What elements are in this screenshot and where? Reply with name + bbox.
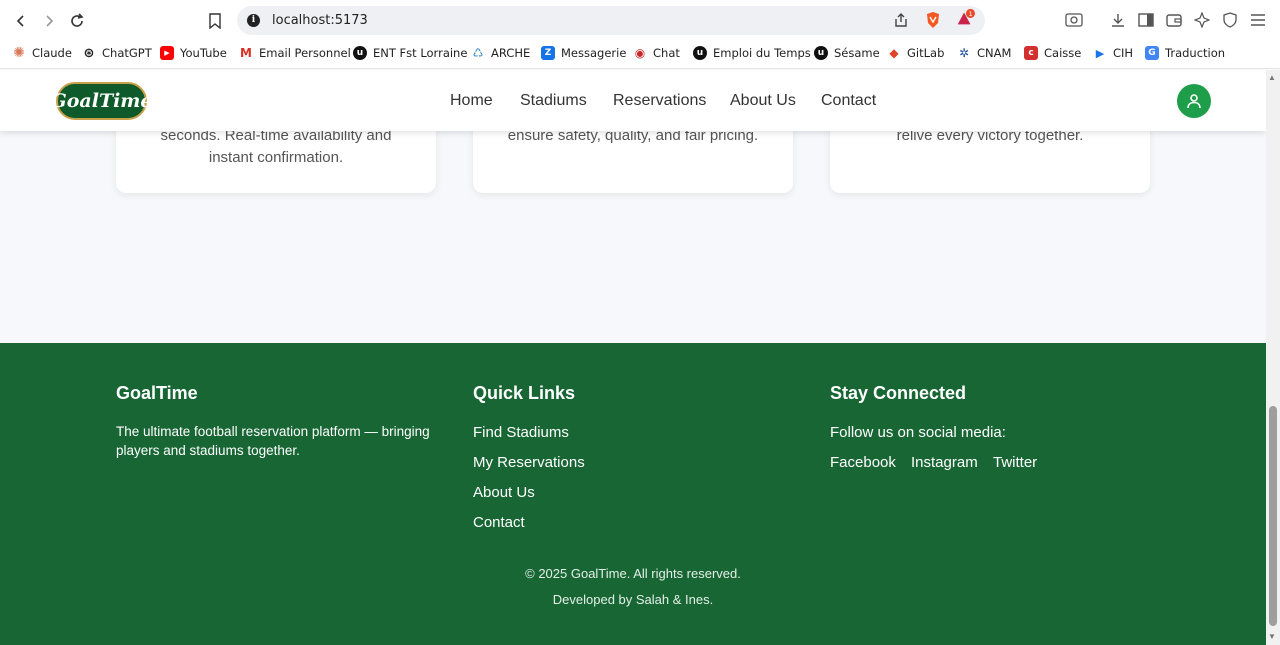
arche-icon: ♺	[472, 46, 484, 60]
vpn-icon[interactable]	[1220, 10, 1240, 30]
site-info-icon[interactable]: i	[247, 14, 260, 27]
bookmark-icon[interactable]	[204, 10, 226, 32]
page-scrollbar[interactable]: ▲ ▼	[1266, 70, 1280, 645]
footer-link-contact[interactable]: Contact	[473, 514, 525, 531]
menu-icon[interactable]	[1248, 10, 1268, 30]
user-icon	[1187, 94, 1201, 109]
bookmark-email[interactable]: M Email Personnel	[239, 46, 351, 60]
footer-link-about[interactable]: About Us	[473, 484, 535, 501]
share-icon[interactable]	[891, 10, 911, 30]
credit-text: Developed by Salah & Ines.	[552, 592, 714, 607]
scrollbar-thumb[interactable]	[1269, 406, 1277, 626]
footer-link-my-reservations[interactable]: My Reservations	[473, 454, 585, 471]
bookmark-sesame[interactable]: u Sésame	[814, 46, 880, 60]
social-link-facebook[interactable]: Facebook	[830, 454, 896, 471]
ent-icon: u	[353, 46, 367, 60]
social-link-twitter[interactable]: Twitter	[993, 454, 1037, 471]
emploi-icon: u	[693, 46, 707, 60]
screenshot-icon[interactable]	[1064, 10, 1084, 30]
scroll-up-icon[interactable]: ▲	[1268, 73, 1276, 82]
download-icon[interactable]	[1108, 10, 1128, 30]
nav-contact[interactable]: Contact	[821, 92, 876, 110]
footer-brand-title: GoalTime	[116, 383, 198, 403]
gitlab-icon: ◆	[889, 46, 899, 60]
social-link-instagram[interactable]: Instagram	[911, 454, 978, 471]
copyright-text: © 2025 GoalTime. All rights reserved.	[525, 566, 741, 581]
nav-stadiums[interactable]: Stadiums	[520, 92, 587, 110]
stay-connected-title: Stay Connected	[830, 383, 967, 403]
svg-text:1: 1	[969, 11, 973, 18]
back-icon[interactable]	[10, 10, 32, 32]
cnam-icon: ✲	[958, 46, 970, 60]
footer-brand-text: players and stadiums together.	[116, 443, 300, 458]
address-bar[interactable]: i localhost:5173 1	[237, 6, 985, 35]
bookmark-arche[interactable]: ♺ ARCHE	[471, 46, 531, 60]
reload-icon[interactable]	[66, 10, 88, 32]
nav-reservations[interactable]: Reservations	[613, 92, 706, 110]
caisse-icon: c	[1024, 46, 1038, 60]
cih-icon: ▶	[1095, 46, 1105, 60]
chat-icon: ◉	[634, 46, 646, 60]
bookmarks-bar: ✺ Claude ⊛ ChatGPT ▶ YouTube M Email Personn…	[0, 41, 1280, 69]
page-viewport: seconds. Real-time availability and inst…	[0, 70, 1266, 645]
chatgpt-icon: ⊛	[83, 45, 95, 61]
bookmark-cih[interactable]: ▶ CIH	[1093, 46, 1133, 60]
bookmark-claude[interactable]: ✺ Claude	[12, 45, 72, 61]
user-avatar-button[interactable]	[1177, 84, 1211, 118]
bookmark-ent[interactable]: u ENT Fst Lorraine	[353, 46, 467, 60]
site-header: GoalTime Home Stadiums Reservations Abou…	[0, 70, 1266, 131]
zimbra-icon: Z	[541, 46, 555, 60]
bookmark-gitlab[interactable]: ◆ GitLab	[887, 46, 944, 60]
bookmark-caisse[interactable]: c Caisse	[1024, 46, 1081, 60]
site-footer: GoalTime The ultimate football reservati…	[0, 343, 1266, 645]
card-text-line: instant confirmation.	[208, 149, 344, 166]
bookmark-chatgpt[interactable]: ⊛ ChatGPT	[82, 45, 152, 61]
wallet-icon[interactable]	[1164, 10, 1184, 30]
bookmark-chat[interactable]: ◉ Chat	[633, 46, 680, 60]
bookmark-cnam[interactable]: ✲ CNAM	[957, 46, 1011, 60]
footer-link-find-stadiums[interactable]: Find Stadiums	[473, 424, 569, 441]
browser-toolbar: i localhost:5173 1	[0, 0, 1280, 41]
quick-links-title: Quick Links	[473, 383, 576, 403]
claude-icon: ✺	[13, 45, 25, 61]
sesame-icon: u	[814, 46, 828, 60]
youtube-icon: ▶	[160, 46, 174, 60]
nav-about[interactable]: About Us	[730, 92, 796, 110]
translate-icon: G	[1145, 46, 1159, 60]
bookmark-youtube[interactable]: ▶ YouTube	[160, 46, 227, 60]
gmail-icon: M	[240, 46, 252, 60]
rewards-icon[interactable]: 1	[955, 8, 975, 28]
scroll-down-icon[interactable]: ▼	[1268, 632, 1276, 641]
leo-ai-icon[interactable]	[1192, 10, 1212, 30]
bookmark-messagerie[interactable]: Z Messagerie	[541, 46, 626, 60]
sidebar-icon[interactable]	[1136, 10, 1156, 30]
forward-icon[interactable]	[38, 10, 60, 32]
url-text: localhost:5173	[272, 13, 368, 28]
social-intro-text: Follow us on social media:	[830, 424, 1006, 441]
bookmark-emploi[interactable]: u Emploi du Temps	[693, 46, 811, 60]
brave-shield-icon[interactable]	[923, 10, 943, 30]
bookmark-traduction[interactable]: G Traduction	[1145, 46, 1225, 60]
goaltime-logo[interactable]: GoalTime	[51, 82, 153, 120]
footer-brand-text: The ultimate football reservation platfo…	[116, 424, 430, 439]
nav-home[interactable]: Home	[450, 92, 493, 110]
